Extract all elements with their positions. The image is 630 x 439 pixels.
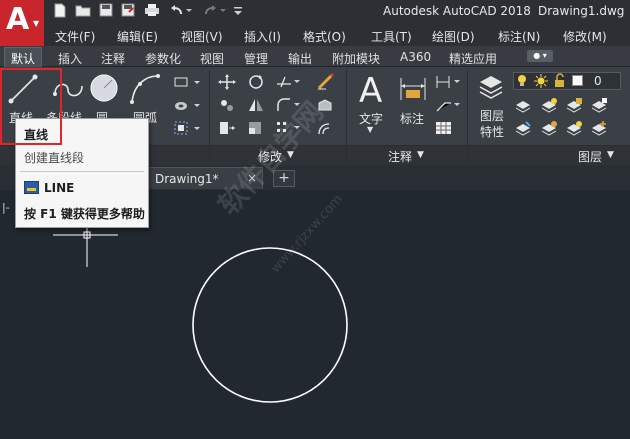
mirror-icon[interactable] (247, 97, 265, 113)
chevron-down-icon[interactable]: ▼ (417, 150, 424, 160)
tab-view[interactable]: 视图 (200, 50, 224, 67)
tooltip-help: 按 F1 键获得更多帮助 (24, 207, 145, 221)
modify-panel-title[interactable]: 修改 (258, 148, 282, 165)
chevron-down-icon[interactable] (192, 74, 210, 90)
file-name: Drawing1.dwg (538, 4, 625, 18)
layers-panel-title[interactable]: 图层 (578, 148, 602, 165)
tab-parametric[interactable]: 参数化 (145, 50, 181, 67)
layer-tool-icon[interactable] (565, 97, 583, 113)
menu-dimension[interactable]: 标注(N) (498, 28, 540, 45)
tab-annotate[interactable]: 注释 (101, 50, 125, 67)
leader-icon[interactable] (435, 97, 460, 113)
lightbulb-icon (514, 73, 532, 89)
close-icon[interactable]: × (247, 171, 257, 185)
menu-insert[interactable]: 插入(I) (244, 28, 281, 45)
customize-quick-access-icon[interactable] (232, 3, 244, 19)
tab-manage[interactable]: 管理 (244, 50, 268, 67)
stretch-icon[interactable] (218, 120, 236, 136)
sun-icon (533, 73, 551, 89)
boundary-icon[interactable] (173, 120, 191, 136)
move-icon[interactable] (218, 74, 236, 90)
text-tool-icon[interactable]: A (356, 70, 386, 111)
menu-format[interactable]: 格式(O) (303, 28, 346, 45)
ribbon-options-icon[interactable]: ● ▾ (527, 50, 553, 62)
erase-icon[interactable] (316, 72, 335, 90)
app-title: Autodesk AutoCAD 2018 (383, 4, 531, 18)
current-layer-name: 0 (594, 74, 602, 88)
unlock-icon (552, 73, 570, 89)
save-as-icon[interactable] (120, 3, 136, 19)
explode-icon[interactable] (316, 97, 334, 113)
application-menu-button[interactable]: A ▼ (0, 0, 44, 46)
undo-icon[interactable] (168, 3, 194, 19)
polyline-tool-icon[interactable] (52, 74, 86, 107)
open-icon[interactable] (74, 3, 92, 19)
layer-tool-icon[interactable] (540, 97, 558, 113)
chevron-down-icon[interactable]: ▼ (367, 125, 373, 134)
hatch-icon[interactable] (173, 97, 191, 113)
fillet-icon[interactable] (275, 97, 300, 113)
menu-edit[interactable]: 编辑(E) (117, 28, 158, 45)
autocad-logo-icon: A (6, 2, 30, 37)
drawn-circle[interactable] (192, 247, 348, 403)
print-icon[interactable] (143, 3, 161, 19)
chevron-down-icon[interactable] (192, 120, 210, 136)
tab-addins[interactable]: 附加模块 (332, 50, 380, 67)
dimension-tool-label[interactable]: 标注 (400, 110, 424, 127)
tooltip-divider (20, 171, 144, 172)
tab-default[interactable]: 默认 (4, 47, 43, 67)
redo-icon[interactable] (202, 3, 228, 19)
layer-properties-label[interactable]: 图层 特性 (480, 108, 504, 140)
rectangle-icon[interactable] (173, 74, 191, 90)
layer-tool-icon[interactable] (514, 120, 532, 136)
document-tab-label[interactable]: Drawing1* (155, 172, 219, 186)
tab-a360[interactable]: A360 (400, 50, 431, 64)
line-tool-icon[interactable] (6, 72, 40, 109)
table-icon[interactable] (435, 120, 453, 136)
panel-divider (467, 70, 468, 162)
tab-output[interactable]: 输出 (288, 50, 312, 67)
annotation-panel-title[interactable]: 注释 (388, 148, 412, 165)
tab-featured-apps[interactable]: 精选应用 (449, 50, 497, 67)
menu-view[interactable]: 视图(V) (181, 28, 223, 45)
layer-tool-icon[interactable] (540, 120, 558, 136)
tab-insert[interactable]: 插入 (58, 50, 82, 67)
chevron-down-icon[interactable]: ▼ (287, 150, 294, 160)
linear-dimension-icon[interactable] (435, 74, 460, 90)
panel-divider (346, 70, 347, 162)
menu-modify[interactable]: 修改(M) (563, 28, 607, 45)
new-drawing-button[interactable]: + (273, 170, 295, 187)
copy-icon[interactable] (218, 97, 236, 113)
menu-tools[interactable]: 工具(T) (371, 28, 412, 45)
layer-tool-icon[interactable] (590, 120, 608, 136)
dimension-tool-icon[interactable] (398, 74, 428, 107)
svg-text:A: A (359, 71, 382, 108)
line-tool-tooltip: 直线 创建直线段 LINE 按 F1 键获得更多帮助 (15, 118, 149, 228)
layer-tool-icon[interactable] (565, 120, 583, 136)
menu-file[interactable]: 文件(F) (55, 28, 95, 45)
layer-properties-icon[interactable] (478, 72, 504, 105)
title-bar (0, 0, 630, 24)
tooltip-title: 直线 (24, 128, 49, 142)
save-icon[interactable] (98, 3, 114, 19)
layer-tool-icon[interactable] (514, 97, 532, 113)
menu-draw[interactable]: 绘图(D) (432, 28, 475, 45)
rotate-icon[interactable] (247, 74, 265, 90)
circle-tool-icon[interactable] (88, 72, 120, 107)
layer-color-swatch (572, 75, 590, 91)
array-icon[interactable] (275, 120, 300, 136)
chevron-down-icon[interactable]: ▼ (607, 150, 614, 160)
new-icon[interactable] (52, 3, 68, 19)
trim-icon[interactable] (275, 74, 300, 90)
tooltip-command: LINE (44, 181, 75, 195)
tooltip-description: 创建直线段 (24, 151, 85, 165)
scale-icon[interactable] (247, 120, 265, 136)
chevron-down-icon[interactable] (192, 97, 210, 113)
command-icon (24, 181, 39, 194)
chevron-down-icon: ▼ (33, 19, 40, 28)
arc-tool-icon[interactable] (128, 72, 162, 109)
layer-tool-icon[interactable] (590, 97, 608, 113)
offset-icon[interactable] (316, 120, 334, 136)
